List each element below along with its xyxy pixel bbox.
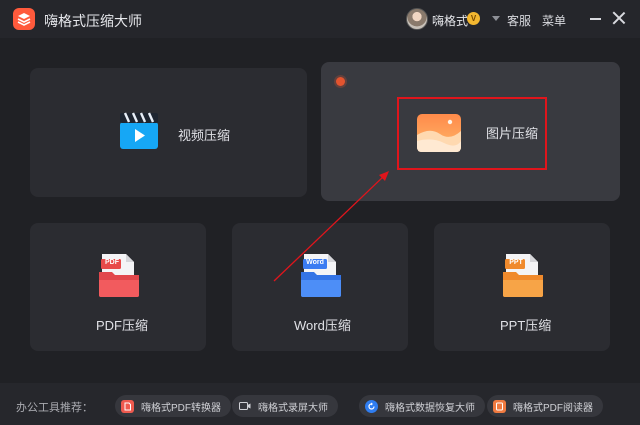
username[interactable]: 嗨格式 <box>432 12 468 29</box>
avatar[interactable] <box>406 8 428 30</box>
pdf-converter-link[interactable]: 嗨格式PDF转换器 <box>115 395 231 417</box>
pdf-reader-label: 嗨格式PDF阅读器 <box>513 402 593 414</box>
ppt-folder-icon <box>503 254 543 297</box>
data-recovery-link[interactable]: 嗨格式数据恢复大师 <box>359 395 485 417</box>
video-compress-label: 视频压缩 <box>178 128 231 143</box>
ppt-badge: PPT <box>509 259 523 266</box>
user-dropdown-icon[interactable] <box>492 16 500 21</box>
close-icon[interactable] <box>612 11 626 25</box>
word-folder-icon <box>301 254 341 297</box>
screen-recorder-label: 嗨格式录屏大师 <box>258 402 328 414</box>
customer-service-button[interactable]: 客服 <box>507 12 531 29</box>
word-badge: Word <box>306 259 324 266</box>
app-title: 嗨格式压缩大师 <box>44 13 142 29</box>
vip-badge-icon: V <box>467 12 480 25</box>
screen-recorder-link[interactable]: 嗨格式录屏大师 <box>232 395 338 417</box>
menu-button[interactable]: 菜单 <box>542 12 566 29</box>
highlight-box <box>397 97 547 170</box>
pdf-badge: PDF <box>105 259 119 266</box>
video-compress-card[interactable]: 视频压缩 <box>30 68 307 197</box>
pdf-converter-icon <box>121 399 134 413</box>
title-bar: 嗨格式压缩大师 嗨格式 V 客服 菜单 <box>0 0 640 38</box>
pdf-compress-label: PDF压缩 <box>96 318 149 333</box>
pdf-folder-icon <box>99 254 139 297</box>
ppt-compress-label: PPT压缩 <box>500 318 552 333</box>
pdf-converter-label: 嗨格式PDF转换器 <box>141 402 221 414</box>
word-compress-label: Word压缩 <box>294 318 351 333</box>
ppt-compress-card[interactable]: PPT PPT压缩 <box>434 223 610 351</box>
pdf-reader-icon <box>493 399 506 413</box>
word-compress-card[interactable]: Word Word压缩 <box>232 223 408 351</box>
bottom-toolbar: 办公工具推荐： 嗨格式PDF转换器 嗨格式录屏大师 嗨格式数据恢复大师 嗨格式P… <box>0 383 640 425</box>
data-recovery-label: 嗨格式数据恢复大师 <box>385 402 475 414</box>
office-tools-label: 办公工具推荐： <box>16 402 93 414</box>
video-icon <box>120 112 158 149</box>
pdf-compress-card[interactable]: PDF PDF压缩 <box>30 223 206 351</box>
data-recovery-icon <box>365 399 378 413</box>
selected-indicator <box>336 77 345 86</box>
screen-recorder-icon <box>238 400 251 413</box>
pdf-reader-link[interactable]: 嗨格式PDF阅读器 <box>487 395 603 417</box>
app-logo-icon <box>13 8 35 30</box>
minimize-icon[interactable] <box>590 18 601 20</box>
